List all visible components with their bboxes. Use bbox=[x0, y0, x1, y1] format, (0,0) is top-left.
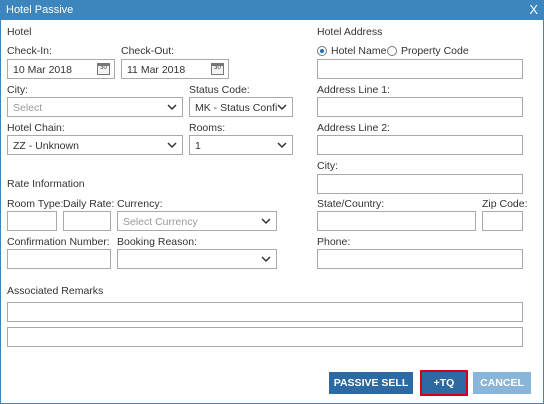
check-in-field[interactable]: 10 Mar 2018 30 bbox=[7, 59, 115, 79]
tq-button[interactable]: +TQ bbox=[420, 370, 468, 396]
remarks-line-2[interactable] bbox=[7, 327, 523, 347]
rooms-value: 1 bbox=[195, 140, 201, 152]
daily-rate-input[interactable] bbox=[63, 211, 111, 231]
state-country-label: State/Country: bbox=[317, 198, 385, 210]
hotel-name-input[interactable] bbox=[317, 59, 523, 79]
confirmation-number-input[interactable] bbox=[7, 249, 111, 269]
zip-code-label: Zip Code: bbox=[482, 198, 528, 210]
status-code-select[interactable]: MK - Status Confirr bbox=[189, 97, 293, 117]
property-code-radio-label[interactable]: Property Code bbox=[401, 45, 469, 57]
chevron-down-icon bbox=[167, 142, 177, 149]
state-country-input[interactable] bbox=[317, 211, 476, 231]
currency-placeholder: Select Currency bbox=[123, 216, 198, 228]
chevron-down-icon bbox=[277, 142, 287, 149]
currency-select[interactable]: Select Currency bbox=[117, 211, 277, 231]
address-line-1-input[interactable] bbox=[317, 97, 523, 117]
hotel-chain-value: ZZ - Unknown bbox=[13, 140, 79, 152]
address-line-2-label: Address Line 2: bbox=[317, 122, 390, 134]
cancel-button[interactable]: CANCEL bbox=[473, 372, 531, 394]
hotel-name-radio-label[interactable]: Hotel Name bbox=[331, 45, 386, 57]
currency-label: Currency: bbox=[117, 198, 163, 210]
property-code-radio[interactable] bbox=[387, 46, 397, 56]
phone-label: Phone: bbox=[317, 236, 351, 248]
hotel-name-radio[interactable] bbox=[317, 46, 327, 56]
check-out-label: Check-Out: bbox=[121, 45, 175, 57]
hotel-address-section-label: Hotel Address bbox=[317, 26, 383, 38]
check-out-field[interactable]: 11 Mar 2018 30 bbox=[121, 59, 229, 79]
address-line-2-input[interactable] bbox=[317, 135, 523, 155]
remarks-line-1[interactable] bbox=[7, 302, 523, 322]
calendar-icon[interactable]: 30 bbox=[97, 63, 110, 75]
chevron-down-icon bbox=[261, 256, 271, 263]
city-select-placeholder: Select bbox=[13, 102, 43, 114]
city-select[interactable]: Select bbox=[7, 97, 183, 117]
hotel-chain-label: Hotel Chain: bbox=[7, 122, 65, 134]
rate-section-label: Rate Information bbox=[7, 178, 85, 190]
check-in-label: Check-In: bbox=[7, 45, 52, 57]
zip-code-input[interactable] bbox=[482, 211, 523, 231]
address-city-input[interactable] bbox=[317, 174, 523, 194]
hotel-chain-select[interactable]: ZZ - Unknown bbox=[7, 135, 183, 155]
address-line-1-label: Address Line 1: bbox=[317, 84, 390, 96]
remarks-section-label: Associated Remarks bbox=[7, 285, 104, 297]
city-select-label: City: bbox=[7, 84, 28, 96]
dialog-titlebar: Hotel Passive X bbox=[0, 0, 544, 20]
booking-reason-label: Booking Reason: bbox=[117, 236, 197, 248]
rooms-label: Rooms: bbox=[189, 122, 226, 134]
phone-input[interactable] bbox=[317, 249, 523, 269]
chevron-down-icon bbox=[277, 104, 287, 111]
check-in-value: 10 Mar 2018 bbox=[13, 64, 72, 76]
passive-sell-button[interactable]: PASSIVE SELL bbox=[329, 372, 413, 394]
close-icon[interactable]: X bbox=[529, 2, 538, 17]
room-type-input[interactable] bbox=[7, 211, 57, 231]
rooms-select[interactable]: 1 bbox=[189, 135, 293, 155]
daily-rate-label: Daily Rate: bbox=[63, 198, 115, 210]
status-code-value: MK - Status Confirr bbox=[195, 102, 277, 114]
booking-reason-select[interactable] bbox=[117, 249, 277, 269]
room-type-label: Room Type: bbox=[7, 198, 64, 210]
status-code-label: Status Code: bbox=[189, 84, 250, 96]
check-out-value: 11 Mar 2018 bbox=[127, 64, 186, 76]
hotel-section-label: Hotel bbox=[7, 26, 32, 38]
chevron-down-icon bbox=[167, 104, 177, 111]
chevron-down-icon bbox=[261, 218, 271, 225]
calendar-icon[interactable]: 30 bbox=[211, 63, 224, 75]
dialog-body: Hotel Check-In: 10 Mar 2018 30 Check-Out… bbox=[0, 20, 544, 404]
address-city-label: City: bbox=[317, 160, 338, 172]
confirmation-number-label: Confirmation Number: bbox=[7, 236, 110, 248]
dialog-title: Hotel Passive bbox=[6, 4, 74, 16]
